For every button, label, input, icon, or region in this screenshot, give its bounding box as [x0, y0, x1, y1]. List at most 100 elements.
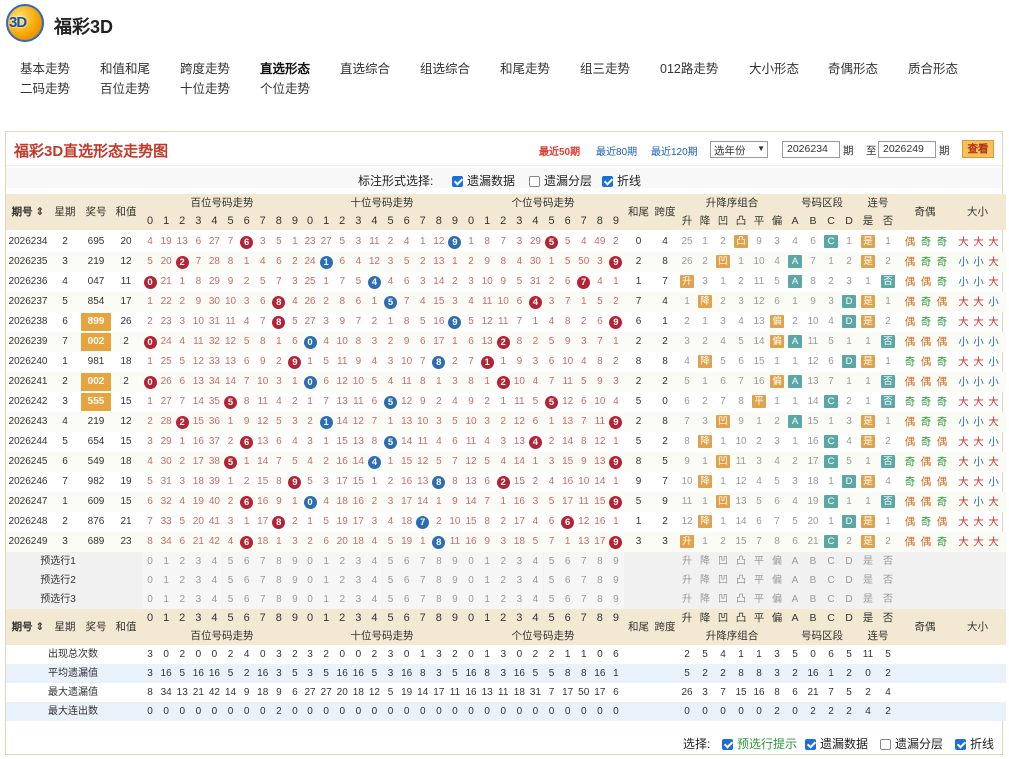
digit-footer: 0 [302, 609, 319, 627]
digit-footer: 6 [559, 609, 576, 627]
number-cell: 549 [87, 456, 105, 467]
checkbox-icon[interactable] [529, 176, 540, 187]
opt-miss-data-2[interactable]: 遗漏数据 [805, 735, 868, 752]
miss-cell: 6 [403, 276, 410, 287]
checkbox-icon[interactable] [452, 176, 463, 187]
digit-footer: 2 [334, 609, 351, 627]
nav-0[interactable]: 基本走势 [20, 58, 70, 77]
pre-digit: 4 [527, 590, 544, 609]
sj-cell: 7 [720, 396, 726, 407]
miss-cell: 7 [227, 236, 234, 247]
opt-miss-layer-2[interactable]: 遗漏分层 [880, 735, 943, 752]
opt-preselect-hint[interactable]: 预选行提示 [722, 735, 797, 752]
checkbox-icon[interactable] [722, 739, 733, 750]
miss-cell: 3 [532, 496, 539, 507]
miss-cell: 24 [160, 336, 172, 347]
number-header: 奖号 [80, 194, 112, 230]
hit-ball: 0 [143, 275, 157, 289]
opt-polyline-2[interactable]: 折线 [955, 735, 994, 752]
digit-header: 2 [495, 212, 512, 230]
sj-cell: 2 [720, 536, 726, 547]
nav-6[interactable]: 和尾走势 [500, 58, 550, 77]
hewei-cell: 8 [635, 356, 642, 367]
checkbox-icon[interactable] [805, 739, 816, 750]
period-cell: 2026236 [8, 276, 48, 287]
opt-miss-data[interactable]: 遗漏数据 [452, 172, 515, 189]
miss-cell: 30 [208, 296, 220, 307]
lh-tag: 是 [861, 475, 875, 488]
miss-cell: 2 [387, 336, 394, 347]
nav-10[interactable]: 奇偶形态 [828, 58, 878, 77]
nav-9[interactable]: 大小形态 [749, 58, 799, 77]
miss-cell: 10 [336, 336, 348, 347]
recent-50-link[interactable]: 最近50期 [539, 143, 580, 158]
miss-cell: 2 [243, 276, 250, 287]
nav-15[interactable]: 个位走势 [260, 78, 310, 97]
nav-7[interactable]: 组三走势 [580, 58, 630, 77]
checkbox-icon[interactable] [880, 739, 891, 750]
miss-cell: 10 [224, 296, 237, 307]
nav-14[interactable]: 十位走势 [180, 78, 230, 97]
sj-sub-header: 降 [696, 212, 714, 230]
checkbox-icon[interactable] [602, 176, 613, 187]
nav-11[interactable]: 质合形态 [908, 58, 958, 77]
nav-8[interactable]: 012路走势 [660, 58, 718, 77]
miss-cell: 2 [419, 256, 426, 267]
stat-digit: 8 [419, 668, 426, 679]
pre-sj: 偏 [772, 575, 782, 586]
miss-cell: 9 [195, 296, 202, 307]
lh-tag: 是 [861, 355, 875, 368]
nav-2[interactable]: 跨度走势 [180, 58, 230, 77]
year-select[interactable]: 选年份 [710, 141, 768, 158]
digit-header: 5 [543, 212, 560, 230]
hit-ball: 4 [367, 275, 381, 289]
nav-13[interactable]: 百位走势 [100, 78, 150, 97]
span-cell: 4 [662, 236, 668, 247]
miss-cell: 8 [147, 536, 153, 547]
miss-cell: 10 [465, 416, 477, 427]
miss-cell: 12 [578, 516, 590, 527]
zone-cell: 20 [807, 516, 819, 527]
miss-cell: 5 [436, 456, 442, 467]
miss-cell: 12 [257, 416, 269, 427]
miss-cell: 7 [195, 256, 202, 267]
sj-cell: 4 [738, 316, 744, 327]
miss-cell: 9 [403, 336, 410, 347]
nav-3[interactable]: 直选形态 [260, 58, 310, 77]
stat-digit: 2 [532, 649, 539, 660]
miss-cell: 7 [323, 396, 329, 407]
view-button[interactable]: 查看 [962, 140, 994, 158]
miss-cell: 13 [336, 396, 348, 407]
pre-zone: A [791, 575, 799, 586]
miss-cell: 4 [276, 396, 282, 407]
pre-lh: 否 [883, 556, 893, 567]
weekday-cell: 6 [62, 456, 68, 467]
recent-80-link[interactable]: 最近80期 [596, 143, 637, 158]
sj-cell: 14 [753, 336, 765, 347]
pre-digit: 1 [158, 571, 175, 590]
recent-120-link[interactable]: 最近120期 [651, 143, 698, 158]
stat-digit: 0 [259, 649, 266, 660]
miss-cell: 20 [336, 536, 348, 547]
jiou-cell: 偶 [904, 376, 916, 388]
pre-zone: D [845, 556, 853, 567]
nav-5[interactable]: 组选综合 [420, 58, 470, 77]
opt-miss-layer[interactable]: 遗漏分层 [529, 172, 592, 189]
lh-tag: 是 [861, 435, 875, 448]
stat-digit: 16 [208, 668, 220, 679]
miss-cell: 5 [339, 236, 346, 247]
stat-sj: 1 [756, 649, 762, 660]
from-period-input[interactable]: 2026234 [782, 141, 840, 158]
nav-12[interactable]: 二码走势 [20, 78, 70, 97]
nav-1[interactable]: 和值和尾 [100, 58, 150, 77]
to-period-input[interactable]: 2026249 [878, 141, 936, 158]
checkbox-icon[interactable] [955, 739, 966, 750]
zone-tag: A [788, 335, 802, 348]
period-cell: 2026248 [8, 516, 48, 527]
stat-digit: 16 [594, 668, 606, 679]
miss-cell: 26 [304, 296, 316, 307]
miss-cell: 1 [532, 456, 539, 467]
opt-polyline[interactable]: 折线 [602, 172, 641, 189]
nav-4[interactable]: 直选综合 [340, 58, 390, 77]
hit-ball: 6 [240, 535, 254, 549]
